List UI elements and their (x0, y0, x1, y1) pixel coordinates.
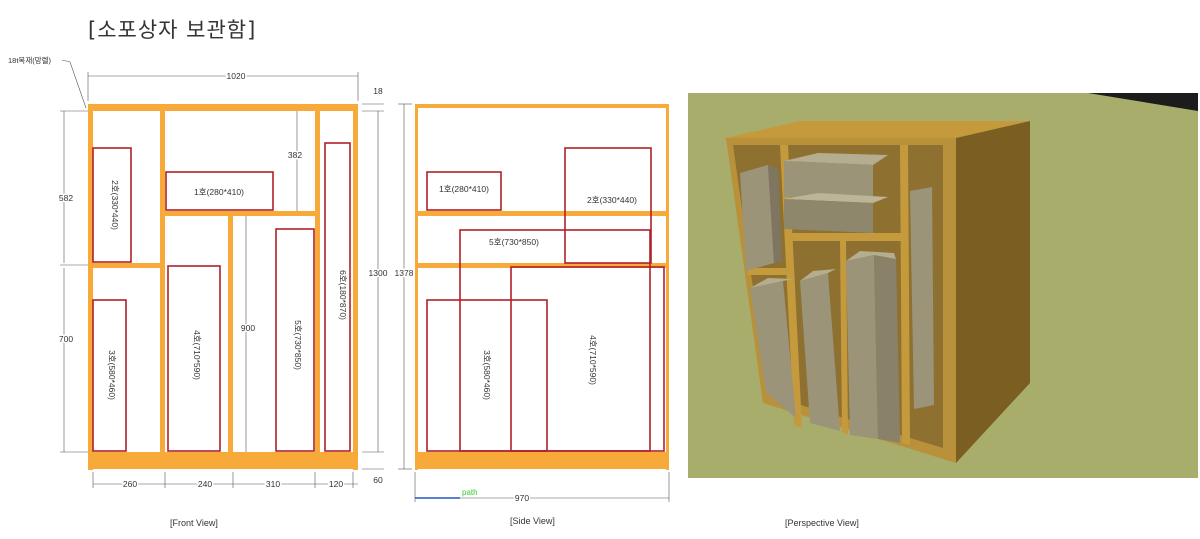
persp-box-5b (874, 255, 900, 443)
side-view: 1호(280*410) 2호(330*440) 5호(730*850) 3호(5… (393, 103, 670, 505)
material-note: 18t목재(망렐) (8, 55, 52, 65)
front-right-board (353, 104, 358, 470)
front-dim-col1: 260 (123, 479, 137, 489)
side-shelf-upper (415, 211, 669, 216)
persp-box-2 (740, 165, 774, 271)
side-box-5-label: 5호(730*850) (489, 237, 539, 247)
side-path-label: path (462, 488, 478, 497)
front-base-board (88, 452, 358, 469)
side-top-board (415, 104, 669, 108)
side-dim-height: 1378 (395, 268, 414, 278)
front-dim-width: 1020 (227, 71, 246, 81)
side-view-caption: [Side View] (510, 516, 555, 526)
side-box-2-label: 2호(330*440) (587, 195, 637, 205)
persp-box-5 (846, 255, 878, 439)
front-view: 1호(280*410) 2호(330*440) 3호(580*460) 4호(7… (8, 55, 389, 491)
side-box-4-label: 4호(710*590) (588, 335, 598, 385)
side-box-1-label: 1호(280*410) (439, 184, 489, 194)
front-box-3-label: 3호(580*460) (107, 350, 117, 400)
front-box-5-label: 5호(730*850) (293, 320, 303, 370)
front-box-2-label: 2호(330*440) (110, 180, 120, 230)
side-base-board (415, 452, 669, 469)
front-divider-2 (315, 111, 320, 452)
front-dim-inner-tall: 900 (241, 323, 255, 333)
side-box-3-label: 3호(580*460) (482, 350, 492, 400)
perspective-view-caption: [Perspective View] (785, 518, 859, 528)
front-shelf-left (93, 263, 160, 268)
front-dim-base: 60 (373, 475, 383, 485)
front-dim-shelf-gap: 382 (288, 150, 302, 160)
front-dim-col3: 310 (266, 479, 280, 489)
front-divider-1 (160, 111, 165, 452)
front-top-board (88, 104, 358, 111)
side-dim-depth: 970 (515, 493, 529, 503)
front-dim-thickness: 18 (373, 86, 383, 96)
front-divider-3 (228, 213, 233, 452)
front-box-1-label: 1호(280*410) (194, 187, 244, 197)
front-dim-height: 1300 (369, 268, 388, 278)
side-left-board (415, 104, 418, 470)
perspective-view (688, 93, 1198, 478)
front-box-6-label: 6호(180*870) (338, 270, 348, 320)
front-dim-upper: 582 (59, 193, 73, 203)
front-box-4-label: 4호(710*590) (192, 330, 202, 380)
persp-box-1b (784, 199, 873, 233)
cabinet-shelf-mid (786, 233, 903, 241)
front-shelf-mid (165, 211, 315, 216)
front-dim-col2: 240 (198, 479, 212, 489)
front-view-caption: [Front View] (170, 518, 218, 528)
side-right-board (666, 104, 669, 470)
front-dim-lower: 700 (59, 334, 73, 344)
persp-box-6 (910, 187, 934, 409)
front-dim-col4: 120 (329, 479, 343, 489)
